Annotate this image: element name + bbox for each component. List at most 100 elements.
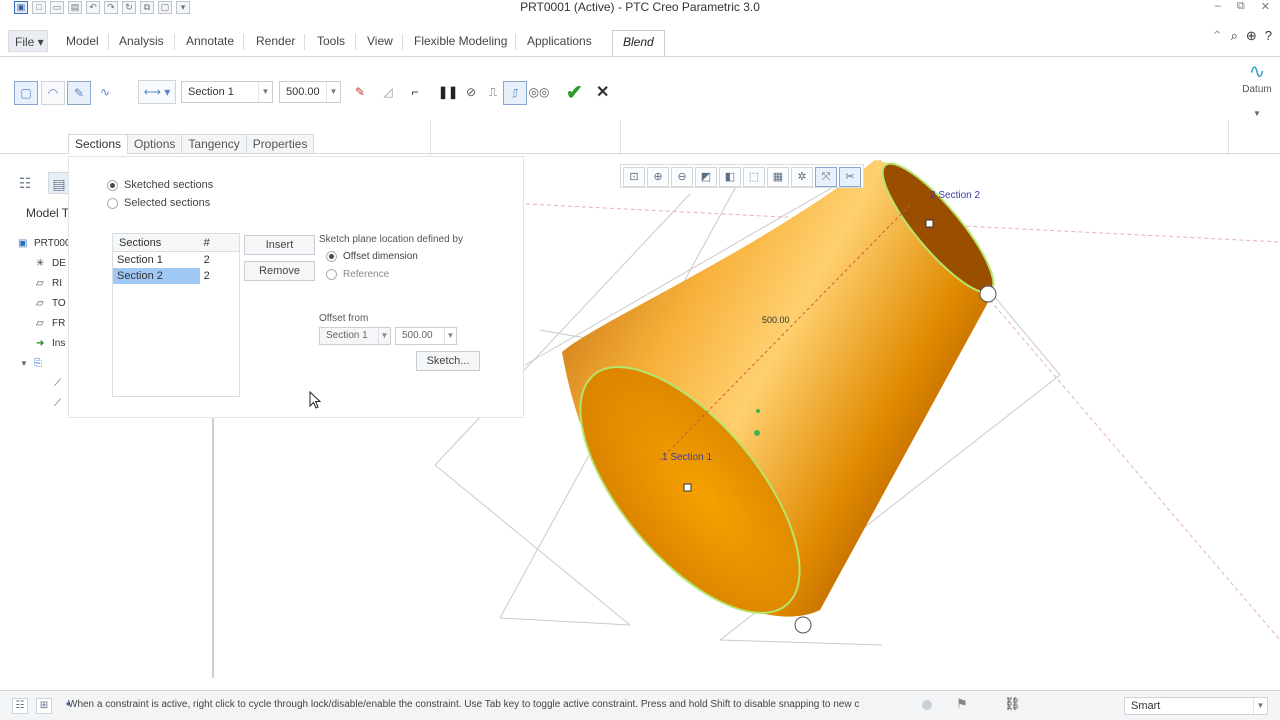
- tab-separator: [402, 34, 403, 50]
- datum-group[interactable]: ∿ Datum ▼: [1237, 60, 1277, 118]
- datum-display-icon[interactable]: ✲: [791, 167, 813, 187]
- solid-icon[interactable]: ▢: [14, 81, 38, 105]
- folder-browser-icon[interactable]: ▤: [48, 172, 70, 194]
- tab-blend[interactable]: Blend: [612, 30, 665, 56]
- tab-view[interactable]: View: [367, 30, 393, 52]
- collapse-ribbon-icon[interactable]: ⌃: [1212, 28, 1223, 44]
- repaint-icon[interactable]: ◩: [695, 167, 717, 187]
- offset-dimension-radio[interactable]: Offset dimension: [326, 251, 418, 262]
- tab-tools[interactable]: Tools: [317, 30, 345, 52]
- drag-handle: [794, 616, 812, 634]
- sketch-icon: ⟋: [54, 378, 61, 389]
- surface-icon[interactable]: ◠: [41, 81, 65, 105]
- tree-item-insert-here[interactable]: ➜ Ins: [36, 338, 65, 349]
- tree-item-right-plane[interactable]: ▱ RI: [36, 278, 62, 289]
- tab-render[interactable]: Render: [256, 30, 295, 52]
- preview-geometry-icon[interactable]: ⎍: [481, 81, 505, 105]
- tab-file[interactable]: File ▾: [8, 30, 48, 52]
- section-combo-value: Section 1: [188, 86, 234, 98]
- tab-sections[interactable]: Sections: [68, 134, 129, 154]
- tab-tangency[interactable]: Tangency: [181, 134, 247, 154]
- tab-properties[interactable]: Properties: [245, 134, 315, 154]
- depth-value-combo[interactable]: 500.00 ▼: [279, 81, 341, 103]
- remove-button[interactable]: Remove: [244, 261, 315, 281]
- table-header: Sections #: [113, 234, 239, 252]
- model-tree-icon[interactable]: ☷: [14, 172, 36, 194]
- tree-item-blend[interactable]: ▼ ⎘: [20, 358, 50, 369]
- flag-icon[interactable]: ⚑: [956, 696, 968, 712]
- tab-separator: [355, 34, 356, 50]
- section-combo[interactable]: Section 1 ▼: [181, 81, 273, 103]
- selected-sections-radio[interactable]: Selected sections: [107, 197, 210, 209]
- model-tree-title: Model T: [26, 206, 70, 220]
- zoom-in-icon[interactable]: ⊕: [647, 167, 669, 187]
- insert-button[interactable]: Insert: [244, 235, 315, 255]
- tab-applications[interactable]: Applications: [527, 30, 592, 52]
- tab-separator: [243, 34, 244, 50]
- section-frame-icon[interactable]: ⌐: [403, 81, 427, 105]
- navigator-toggle-icon[interactable]: ☷: [12, 698, 28, 714]
- sketch-button[interactable]: Sketch...: [416, 351, 480, 371]
- tab-analysis[interactable]: Analysis: [119, 30, 164, 52]
- sections-table: Sections # Section 1 2 Section 2 2: [112, 233, 240, 397]
- selection-filter-icon[interactable]: ⛓: [1004, 696, 1021, 712]
- help-icon[interactable]: ?: [1265, 28, 1272, 44]
- chevron-down-icon: ▼: [378, 328, 390, 344]
- app-window: ▣ □ ▭ ▤ ↶ ↷ ↻ ⧉ ▢ ▾ PRT0001 (Active) - P…: [0, 0, 1280, 720]
- tab-model[interactable]: Model: [66, 30, 99, 52]
- reference-radio[interactable]: Reference: [326, 269, 389, 280]
- datum-icon: ∿: [1248, 61, 1266, 83]
- cancel-icon[interactable]: ✕: [596, 82, 609, 102]
- blend-feature-icon: ⎘: [33, 358, 42, 369]
- browser-toggle-icon[interactable]: ⊞: [36, 698, 52, 714]
- tree-item-front-plane[interactable]: ▱ FR: [36, 318, 65, 329]
- close-icon[interactable]: ✕: [1261, 0, 1270, 13]
- edit-sketch-icon[interactable]: ✎: [348, 81, 372, 105]
- pause-icon[interactable]: ❚❚: [436, 81, 460, 105]
- csys-icon: ✳: [36, 258, 45, 269]
- remove-material-icon[interactable]: ✎: [67, 81, 91, 105]
- minimize-icon[interactable]: –: [1215, 0, 1221, 13]
- zoom-out-icon[interactable]: ⊖: [671, 167, 693, 187]
- tree-item-default-csys[interactable]: ✳ DE: [36, 258, 66, 269]
- view-manager-icon[interactable]: ▦: [767, 167, 789, 187]
- display-style-icon[interactable]: ◧: [719, 167, 741, 187]
- checkmark-icon[interactable]: ✔: [566, 80, 583, 105]
- selection-filter-select[interactable]: Smart ▼: [1124, 697, 1268, 715]
- offset-from-section-select[interactable]: Section 1 ▼: [319, 327, 391, 345]
- sections-panel: Sketched sections Selected sections Sect…: [68, 156, 524, 418]
- refit-icon[interactable]: ⊡: [623, 167, 645, 187]
- ribbon-tabs: File ▾ Model Analysis Annotate Render To…: [0, 28, 1280, 56]
- section-marker: [925, 219, 934, 228]
- tab-flexible-modeling[interactable]: Flexible Modeling: [414, 30, 507, 52]
- tab-separator: [304, 34, 305, 50]
- spin-center-icon[interactable]: ✂: [839, 167, 861, 187]
- saved-orientations-icon[interactable]: ⬚: [743, 167, 765, 187]
- status-bar: ☷ ⊞ • When a constraint is active, right…: [0, 690, 1280, 720]
- reference-icon[interactable]: ◿: [376, 81, 400, 105]
- no-preview-icon[interactable]: ⊘: [459, 81, 483, 105]
- restore-icon[interactable]: ⧉: [1237, 0, 1245, 13]
- thicken-icon[interactable]: ∿: [93, 81, 117, 105]
- sketched-sections-radio[interactable]: Sketched sections: [107, 179, 213, 191]
- depth-option-icon[interactable]: ⟷ ▾: [138, 80, 176, 104]
- section-name-cell: Section 1: [117, 254, 163, 266]
- annotation-display-icon[interactable]: ⤧: [815, 167, 837, 187]
- radio-label: Selected sections: [124, 197, 211, 209]
- table-row[interactable]: Section 2 2: [113, 268, 239, 284]
- tree-item-top-plane[interactable]: ▱ TO: [36, 298, 66, 309]
- tab-annotate[interactable]: Annotate: [186, 30, 234, 52]
- column-header-count: #: [203, 237, 210, 249]
- tree-item-label: FR: [52, 318, 66, 329]
- community-icon[interactable]: ⊕: [1246, 28, 1257, 44]
- tree-item-part[interactable]: ▣ PRT000: [18, 238, 71, 249]
- table-row[interactable]: Section 1 2: [113, 252, 239, 268]
- offset-value-combo[interactable]: 500.00 ▼: [395, 327, 457, 345]
- window-title: PRT0001 (Active) - PTC Creo Parametric 3…: [520, 0, 760, 14]
- glasses-preview-icon[interactable]: ◎◎: [527, 81, 551, 105]
- search-icon[interactable]: ⌕: [1231, 28, 1238, 44]
- plane-icon: ▱: [36, 318, 44, 329]
- verify-mode-icon[interactable]: ⎎: [503, 81, 527, 105]
- tab-options[interactable]: Options: [127, 134, 183, 154]
- dashboard-tabs: Sections Options Tangency Properties: [68, 134, 315, 154]
